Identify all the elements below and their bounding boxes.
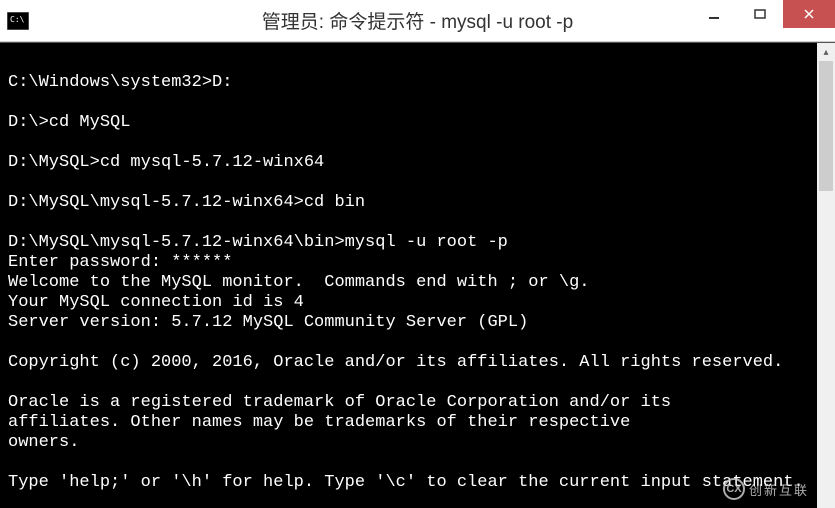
terminal-output: C:\Windows\system32>D: D:\>cd MySQL D:\M… xyxy=(8,53,813,508)
terminal-area[interactable]: C:\Windows\system32>D: D:\>cd MySQL D:\M… xyxy=(0,42,835,508)
watermark-logo-icon: CX xyxy=(723,478,745,500)
window-titlebar: C:\ 管理员: 命令提示符 - mysql -u root -p xyxy=(0,0,835,42)
watermark: CX 创新互联 xyxy=(723,478,809,500)
svg-text:C:\: C:\ xyxy=(10,15,25,24)
cmd-app-icon: C:\ xyxy=(4,7,32,35)
minimize-button[interactable] xyxy=(691,0,737,28)
window-controls xyxy=(691,0,835,41)
vertical-scrollbar[interactable]: ▴ xyxy=(817,43,835,508)
watermark-text: 创新互联 xyxy=(749,480,809,499)
close-button[interactable] xyxy=(783,0,835,28)
maximize-button[interactable] xyxy=(737,0,783,28)
window-title: 管理员: 命令提示符 - mysql -u root -p xyxy=(262,7,573,34)
scroll-up-arrow[interactable]: ▴ xyxy=(817,43,835,61)
scroll-thumb[interactable] xyxy=(819,61,833,191)
